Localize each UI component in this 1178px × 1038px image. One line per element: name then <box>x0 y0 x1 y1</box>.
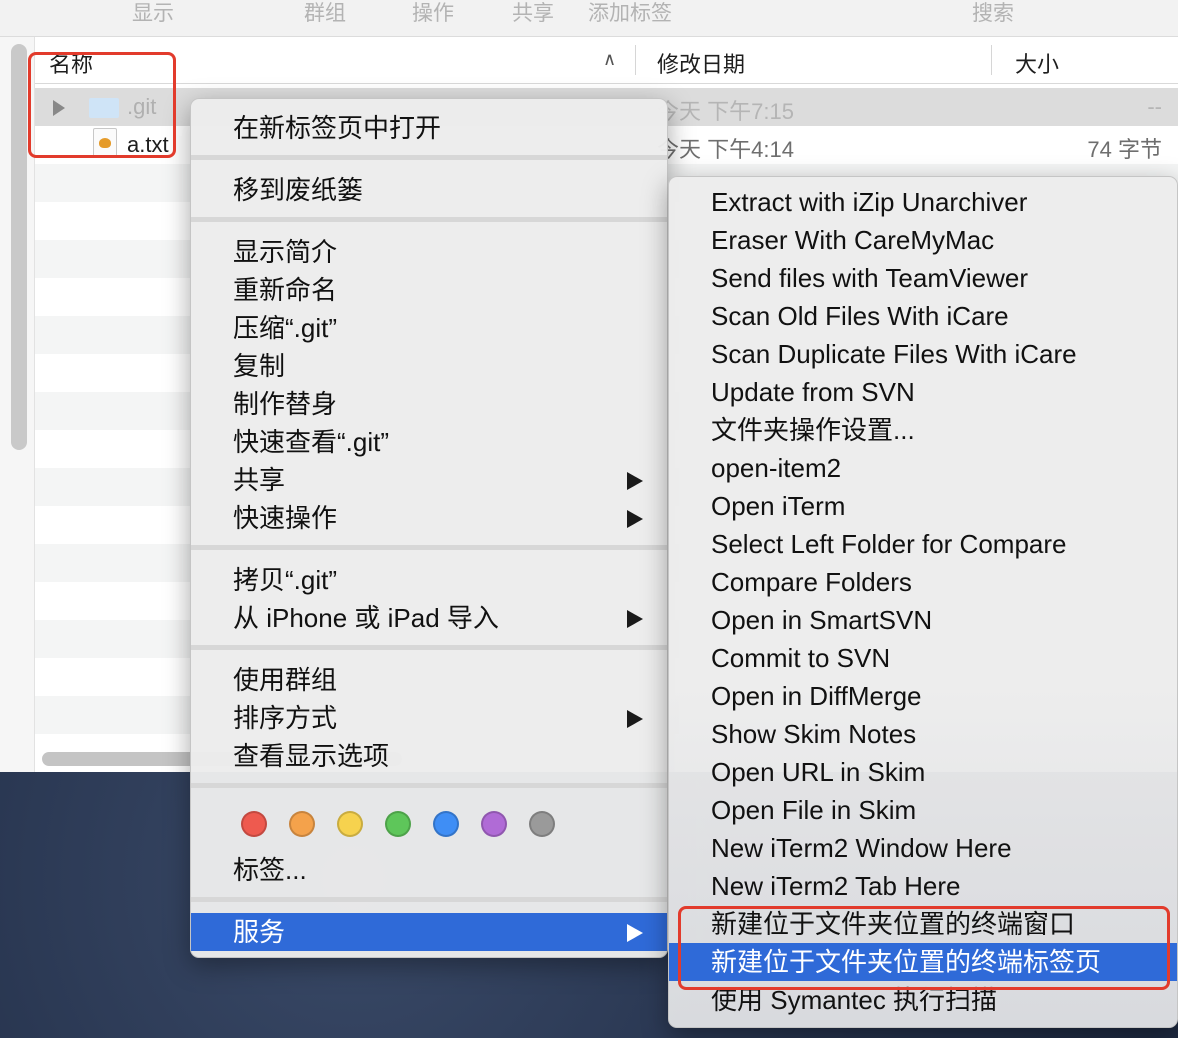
service-item[interactable]: open-item2 <box>669 449 1177 487</box>
menu-separator <box>191 545 667 550</box>
column-date-modified[interactable]: 修改日期 <box>657 47 745 79</box>
service-item[interactable]: Commit to SVN <box>669 639 1177 677</box>
service-item[interactable]: Send files with TeamViewer <box>669 259 1177 297</box>
service-item[interactable]: Select Left Folder for Compare <box>669 525 1177 563</box>
toolbar: 显示 群组 操作 共享 添加标签 搜索 <box>0 0 1178 37</box>
column-name[interactable]: 名称 <box>49 47 93 79</box>
service-item[interactable]: New iTerm2 Tab Here <box>669 867 1177 905</box>
file-date: 今天 下午7:15 <box>657 99 794 124</box>
service-item[interactable]: New iTerm2 Window Here <box>669 829 1177 867</box>
menu-item-compress[interactable]: 压缩“.git” <box>191 309 667 347</box>
menu-item-share[interactable]: 共享 <box>191 461 667 499</box>
menu-item-get-info[interactable]: 显示简介 <box>191 233 667 271</box>
folder-icon <box>89 98 119 118</box>
menu-item-rename[interactable]: 重新命名 <box>191 271 667 309</box>
service-item[interactable]: Scan Old Files With iCare <box>669 297 1177 335</box>
tag-purple-icon[interactable] <box>481 811 507 837</box>
menu-item-label: 共享 <box>233 465 286 495</box>
menu-item-label: 服务 <box>233 917 286 947</box>
menu-item-open-in-new-tab[interactable]: 在新标签页中打开 <box>191 109 667 147</box>
menu-separator <box>191 783 667 788</box>
menu-item-import-from-iphone[interactable]: 从 iPhone 或 iPad 导入 <box>191 599 667 637</box>
menu-separator <box>191 645 667 650</box>
menu-separator <box>191 897 667 902</box>
file-size: 74 字节 <box>1087 137 1162 162</box>
service-item[interactable]: 文件夹操作设置... <box>669 411 1177 449</box>
menu-separator <box>191 217 667 222</box>
column-divider[interactable] <box>635 45 636 75</box>
file-name: .git <box>127 94 157 119</box>
column-size[interactable]: 大小 <box>1015 47 1059 79</box>
service-item[interactable]: Open URL in Skim <box>669 753 1177 791</box>
service-item[interactable]: Extract with iZip Unarchiver <box>669 183 1177 221</box>
submenu-arrow-icon <box>627 924 643 942</box>
menu-item-quick-actions[interactable]: 快速操作 <box>191 499 667 537</box>
menu-item-duplicate[interactable]: 复制 <box>191 347 667 385</box>
column-header: 名称 ∧ 修改日期 大小 <box>35 37 1178 84</box>
menu-item-quick-look[interactable]: 快速查看“.git” <box>191 423 667 461</box>
text-file-icon <box>93 128 117 158</box>
service-item[interactable]: Show Skim Notes <box>669 715 1177 753</box>
tag-blue-icon[interactable] <box>433 811 459 837</box>
menu-item-label: 从 iPhone 或 iPad 导入 <box>233 603 499 633</box>
menu-item-label: 快速操作 <box>233 503 338 533</box>
view-button[interactable]: 显示 <box>132 0 174 28</box>
share-button[interactable]: 共享 <box>512 0 554 28</box>
submenu-arrow-icon <box>627 472 643 490</box>
action-button[interactable]: 操作 <box>412 0 454 28</box>
menu-item-label: 排序方式 <box>233 703 338 733</box>
vertical-scrollbar[interactable] <box>11 44 27 450</box>
chevron-up-icon: ∧ <box>603 49 617 69</box>
tag-red-icon[interactable] <box>241 811 267 837</box>
column-divider[interactable] <box>991 45 992 75</box>
service-item[interactable]: Open iTerm <box>669 487 1177 525</box>
submenu-arrow-icon <box>627 610 643 628</box>
context-menu: 在新标签页中打开 移到废纸篓 显示简介 重新命名 压缩“.git” 复制 制作替… <box>190 98 668 958</box>
menu-item-tags[interactable]: 标签... <box>191 851 667 889</box>
file-date: 今天 下午4:14 <box>657 137 794 162</box>
service-item[interactable]: Open File in Skim <box>669 791 1177 829</box>
tag-green-icon[interactable] <box>385 811 411 837</box>
service-item[interactable]: 使用 Symantec 执行扫描 <box>669 981 1177 1019</box>
group-button[interactable]: 群组 <box>304 0 346 28</box>
tag-yellow-icon[interactable] <box>337 811 363 837</box>
submenu-arrow-icon <box>627 510 643 528</box>
search-field[interactable]: 搜索 <box>972 0 1014 28</box>
menu-item-view-options[interactable]: 查看显示选项 <box>191 737 667 775</box>
add-tag-button[interactable]: 添加标签 <box>588 0 672 28</box>
menu-item-copy[interactable]: 拷贝“.git” <box>191 561 667 599</box>
submenu-arrow-icon <box>627 710 643 728</box>
service-item[interactable]: Compare Folders <box>669 563 1177 601</box>
menu-item-services[interactable]: 服务 <box>191 913 667 951</box>
services-submenu: Extract with iZip Unarchiver Eraser With… <box>668 176 1178 1028</box>
tag-gray-icon[interactable] <box>529 811 555 837</box>
service-item[interactable]: Open in SmartSVN <box>669 601 1177 639</box>
menu-separator <box>191 155 667 160</box>
menu-item-use-groups[interactable]: 使用群组 <box>191 661 667 699</box>
file-name: a.txt <box>127 132 169 157</box>
tag-orange-icon[interactable] <box>289 811 315 837</box>
menu-item-move-to-trash[interactable]: 移到废纸篓 <box>191 171 667 209</box>
menu-item-sort-by[interactable]: 排序方式 <box>191 699 667 737</box>
file-size: -- <box>1147 94 1162 119</box>
disclosure-triangle-icon[interactable] <box>53 100 65 116</box>
service-item-new-terminal-window[interactable]: 新建位于文件夹位置的终端窗口 <box>669 905 1177 943</box>
service-item[interactable]: Scan Duplicate Files With iCare <box>669 335 1177 373</box>
service-item-new-terminal-tab[interactable]: 新建位于文件夹位置的终端标签页 <box>669 943 1177 981</box>
service-item[interactable]: Open in DiffMerge <box>669 677 1177 715</box>
service-item[interactable]: Eraser With CareMyMac <box>669 221 1177 259</box>
menu-item-make-alias[interactable]: 制作替身 <box>191 385 667 423</box>
service-item[interactable]: Update from SVN <box>669 373 1177 411</box>
